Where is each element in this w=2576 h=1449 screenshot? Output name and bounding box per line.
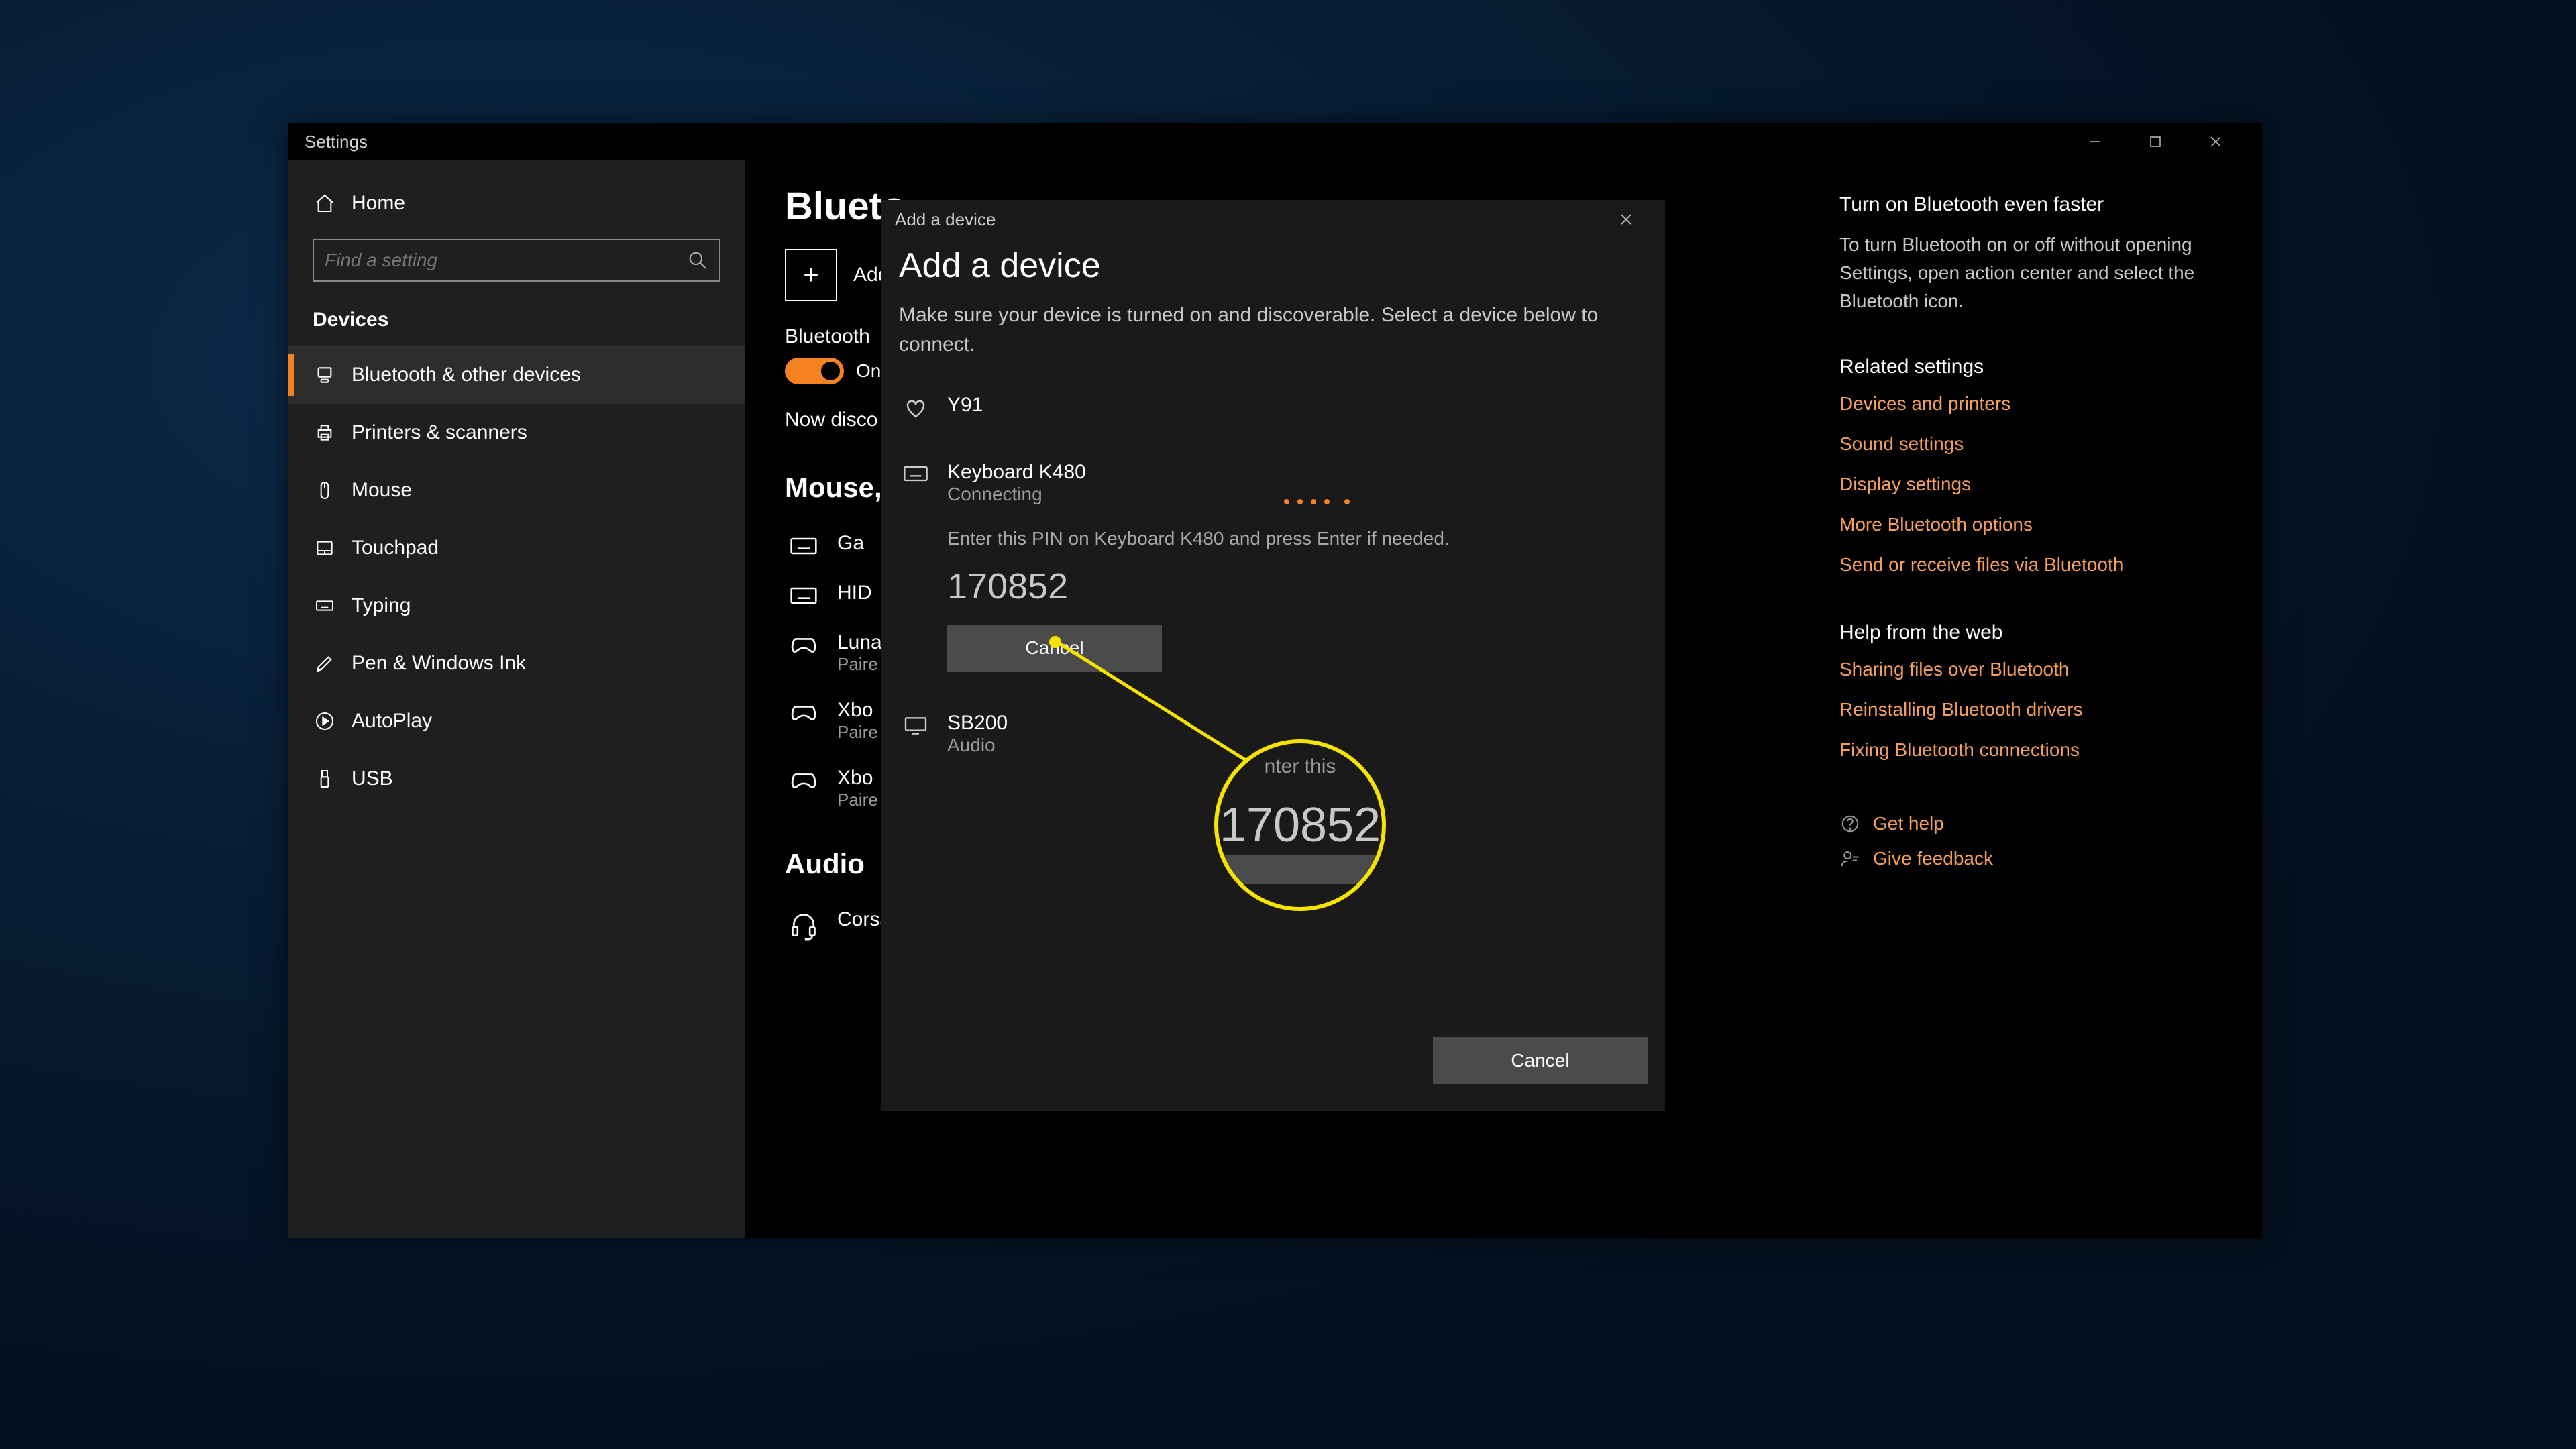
- rc-heading-1: Turn on Bluetooth even faster: [1839, 193, 2229, 216]
- device-status: Paire: [837, 790, 878, 810]
- heart-icon: [899, 394, 932, 421]
- gamepad-icon: [785, 767, 822, 792]
- dialog-title: Add a device: [895, 209, 996, 230]
- link-display-settings[interactable]: Display settings: [1839, 474, 2229, 495]
- touchpad-icon: [313, 537, 337, 559]
- feedback-icon: [1839, 849, 1861, 869]
- dialog-titlebar: Add a device: [881, 200, 1665, 239]
- pen-icon: [313, 653, 337, 674]
- give-feedback-link[interactable]: Give feedback: [1839, 848, 2229, 869]
- link-reinstall-drivers[interactable]: Reinstalling Bluetooth drivers: [1839, 699, 2229, 720]
- sidebar-item-label: Bluetooth & other devices: [352, 364, 581, 386]
- bluetooth-toggle[interactable]: [785, 358, 844, 384]
- rc-heading-related: Related settings: [1839, 356, 2229, 378]
- keyboard-icon: [785, 582, 822, 607]
- loading-dots-icon: [1284, 499, 1350, 504]
- mouse-icon: [313, 480, 337, 501]
- maximize-button[interactable]: [2125, 123, 2186, 160]
- minimize-button[interactable]: [2065, 123, 2125, 160]
- callout-fragment-text: nter this: [1218, 755, 1382, 778]
- dialog-cancel-button[interactable]: Cancel: [1433, 1037, 1648, 1084]
- callout-bar: [1218, 855, 1382, 884]
- dialog-device-k480[interactable]: Keyboard K480 Connecting: [899, 447, 1648, 519]
- device-cancel-button[interactable]: Cancel: [947, 625, 1162, 672]
- gamepad-icon: [785, 699, 822, 724]
- keyboard-icon: [785, 532, 822, 557]
- home-icon: [313, 193, 337, 214]
- sidebar-item-mouse[interactable]: Mouse: [288, 462, 745, 519]
- device-name: Ga: [837, 532, 864, 555]
- sidebar-item-touchpad[interactable]: Touchpad: [288, 519, 745, 577]
- sidebar-item-label: Touchpad: [352, 537, 439, 559]
- keyboard-icon: [899, 461, 932, 484]
- right-column: Turn on Bluetooth even faster To turn Bl…: [1819, 160, 2262, 1238]
- sidebar-item-label: Mouse: [352, 479, 412, 502]
- display-icon: [899, 712, 932, 737]
- toggle-state-text: On: [856, 360, 881, 382]
- dialog-device-y91[interactable]: Y91: [899, 380, 1648, 434]
- plus-icon: +: [785, 249, 837, 301]
- dialog-close-button[interactable]: [1618, 211, 1652, 227]
- close-button[interactable]: [2186, 123, 2246, 160]
- search-box[interactable]: [313, 239, 720, 282]
- dialog-device-name: Keyboard K480: [947, 461, 1086, 484]
- callout-anchor-dot: [1049, 636, 1061, 648]
- sidebar-item-usb[interactable]: USB: [288, 750, 745, 808]
- link-fixing-connections[interactable]: Fixing Bluetooth connections: [1839, 739, 2229, 761]
- link-devices-printers[interactable]: Devices and printers: [1839, 393, 2229, 415]
- link-sharing-files[interactable]: Sharing files over Bluetooth: [1839, 659, 2229, 680]
- rc-heading-help: Help from the web: [1839, 621, 2229, 644]
- dialog-subtitle: Make sure your device is turned on and d…: [899, 301, 1610, 359]
- gamepad-icon: [785, 631, 822, 657]
- help-icon: [1839, 814, 1861, 834]
- sidebar-item-typing[interactable]: Typing: [288, 577, 745, 635]
- sidebar: Home Devices Bluetooth & other devices: [288, 160, 745, 1238]
- device-name: Luna: [837, 631, 882, 654]
- window-title: Settings: [305, 131, 368, 152]
- pin-instruction: Enter this PIN on Keyboard K480 and pres…: [947, 528, 1648, 549]
- get-help-link[interactable]: Get help: [1839, 813, 2229, 835]
- search-input[interactable]: [325, 250, 687, 271]
- device-name: Xbo: [837, 699, 878, 722]
- dialog-heading: Add a device: [899, 246, 1648, 286]
- keyboard-icon: [313, 595, 337, 616]
- headset-icon: [785, 908, 822, 941]
- sidebar-item-autoplay[interactable]: AutoPlay: [288, 692, 745, 750]
- bluetooth-icon: [313, 364, 337, 386]
- link-more-bluetooth[interactable]: More Bluetooth options: [1839, 514, 2229, 535]
- dialog-device-sub: Audio: [947, 735, 1008, 756]
- link-sound-settings[interactable]: Sound settings: [1839, 433, 2229, 455]
- callout-circle: nter this 170852: [1214, 739, 1386, 911]
- give-feedback-label: Give feedback: [1873, 848, 1993, 869]
- sidebar-section-header: Devices: [288, 301, 745, 346]
- usb-icon: [313, 768, 337, 790]
- sidebar-item-pen[interactable]: Pen & Windows Ink: [288, 635, 745, 692]
- device-status: Paire: [837, 722, 878, 743]
- sidebar-item-label: USB: [352, 767, 393, 790]
- printer-icon: [313, 422, 337, 443]
- sidebar-item-label: AutoPlay: [352, 710, 432, 733]
- titlebar: Settings: [288, 123, 2262, 160]
- link-send-receive-files[interactable]: Send or receive files via Bluetooth: [1839, 554, 2229, 576]
- get-help-label: Get help: [1873, 813, 1944, 835]
- dialog-device-name: Y91: [947, 394, 983, 417]
- rc-paragraph-1: To turn Bluetooth on or off without open…: [1839, 231, 2229, 315]
- dialog-device-name: SB200: [947, 712, 1008, 735]
- autoplay-icon: [313, 710, 337, 732]
- callout-pin: 170852: [1220, 798, 1381, 853]
- device-name: Xbo: [837, 767, 878, 790]
- device-name: HID: [837, 582, 872, 604]
- search-icon: [687, 250, 708, 271]
- dialog-device-status: Connecting: [947, 484, 1086, 505]
- add-device-dialog: Add a device Add a device Make sure your…: [881, 200, 1665, 1111]
- sidebar-item-home[interactable]: Home: [288, 180, 745, 227]
- sidebar-item-bluetooth[interactable]: Bluetooth & other devices: [288, 346, 745, 404]
- sidebar-item-label: Typing: [352, 594, 411, 617]
- device-status: Paire: [837, 654, 882, 675]
- sidebar-item-label: Printers & scanners: [352, 421, 527, 444]
- sidebar-item-label: Pen & Windows Ink: [352, 652, 526, 675]
- sidebar-item-printers[interactable]: Printers & scanners: [288, 404, 745, 462]
- pairing-pin: 170852: [947, 566, 1648, 607]
- sidebar-home-label: Home: [352, 192, 405, 215]
